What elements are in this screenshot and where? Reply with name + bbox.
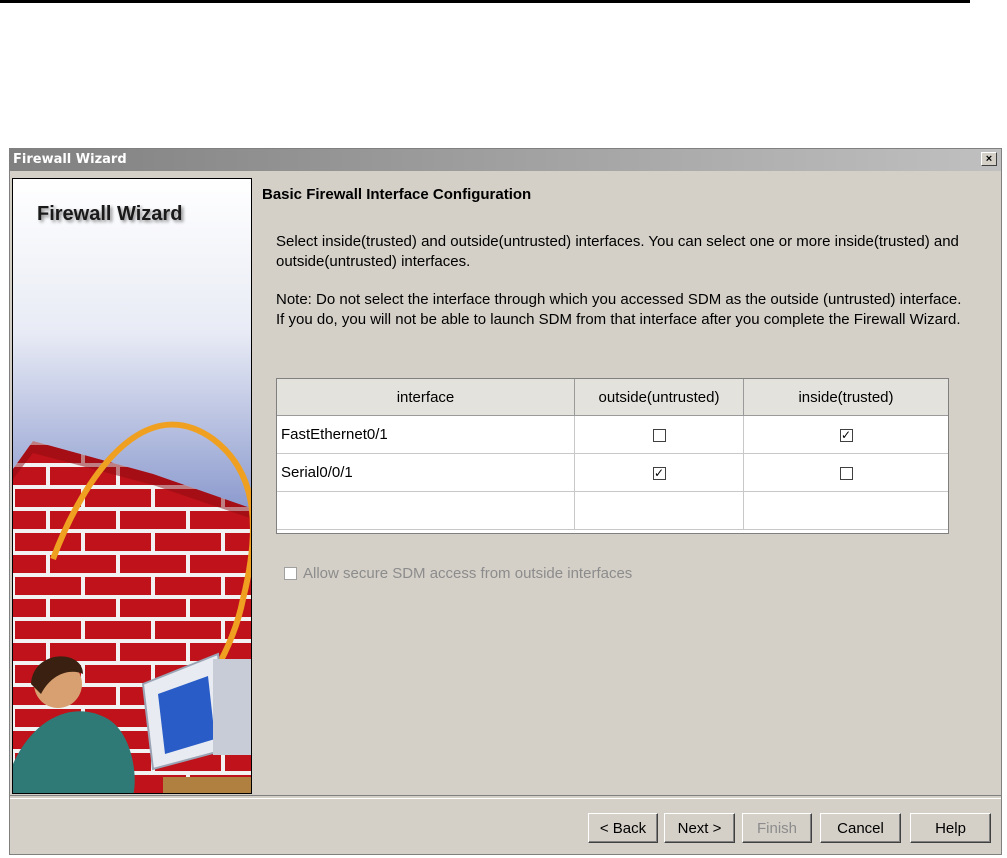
allow-secure-access-checkbox[interactable] xyxy=(284,566,297,580)
table-row: FastEthernet0/1 ✓ xyxy=(277,415,948,454)
empty-cell xyxy=(277,491,575,530)
empty-cell xyxy=(574,491,744,530)
interface-name: FastEthernet0/1 xyxy=(277,415,575,454)
empty-table-row xyxy=(277,491,948,530)
allow-secure-access-label: Allow secure SDM access from outside int… xyxy=(303,565,633,582)
cancel-button[interactable]: Cancel xyxy=(820,813,901,843)
table-row: Serial0/0/1 ✓ xyxy=(277,453,948,492)
inside-checkbox[interactable]: ✓ xyxy=(839,428,853,442)
window-title: Firewall Wizard xyxy=(13,152,127,167)
empty-cell xyxy=(743,491,948,530)
table-header-row: interface outside(untrusted) inside(trus… xyxy=(277,379,948,416)
outside-cell xyxy=(574,415,744,454)
finish-button[interactable]: Finish xyxy=(742,813,812,843)
top-rule xyxy=(0,0,970,3)
outside-checkbox[interactable] xyxy=(652,428,666,442)
column-header-outside[interactable]: outside(untrusted) xyxy=(574,379,744,416)
title-bar[interactable]: Firewall Wizard × xyxy=(10,149,1001,171)
column-header-interface[interactable]: interface xyxy=(277,379,575,416)
outside-cell: ✓ xyxy=(574,453,744,492)
banner-illustration xyxy=(13,179,251,793)
close-button[interactable]: × xyxy=(981,152,997,166)
inside-cell: ✓ xyxy=(743,415,948,454)
banner-title: Firewall Wizard xyxy=(37,203,183,225)
button-bar-divider xyxy=(10,795,1001,799)
inside-checkbox[interactable] xyxy=(839,466,853,480)
interface-name: Serial0/0/1 xyxy=(277,453,575,492)
note-text: Note: Do not select the interface throug… xyxy=(276,291,962,328)
interface-table: interface outside(untrusted) inside(trus… xyxy=(276,378,949,534)
intro-text: Select inside(trusted) and outside(untru… xyxy=(276,233,959,270)
back-button[interactable]: < Back xyxy=(588,813,658,843)
column-header-inside[interactable]: inside(trusted) xyxy=(743,379,948,416)
help-button[interactable]: Help xyxy=(910,813,991,843)
allow-secure-access-option: Allow secure SDM access from outside int… xyxy=(284,565,632,582)
wizard-banner: Firewall Wizard xyxy=(12,178,252,794)
outside-checkbox[interactable]: ✓ xyxy=(652,466,666,480)
section-heading: Basic Firewall Interface Configuration xyxy=(262,186,532,203)
wizard-window: Firewall Wizard × Firewall Wizard Basic … xyxy=(9,148,1002,855)
inside-cell xyxy=(743,453,948,492)
next-button[interactable]: Next > xyxy=(664,813,735,843)
